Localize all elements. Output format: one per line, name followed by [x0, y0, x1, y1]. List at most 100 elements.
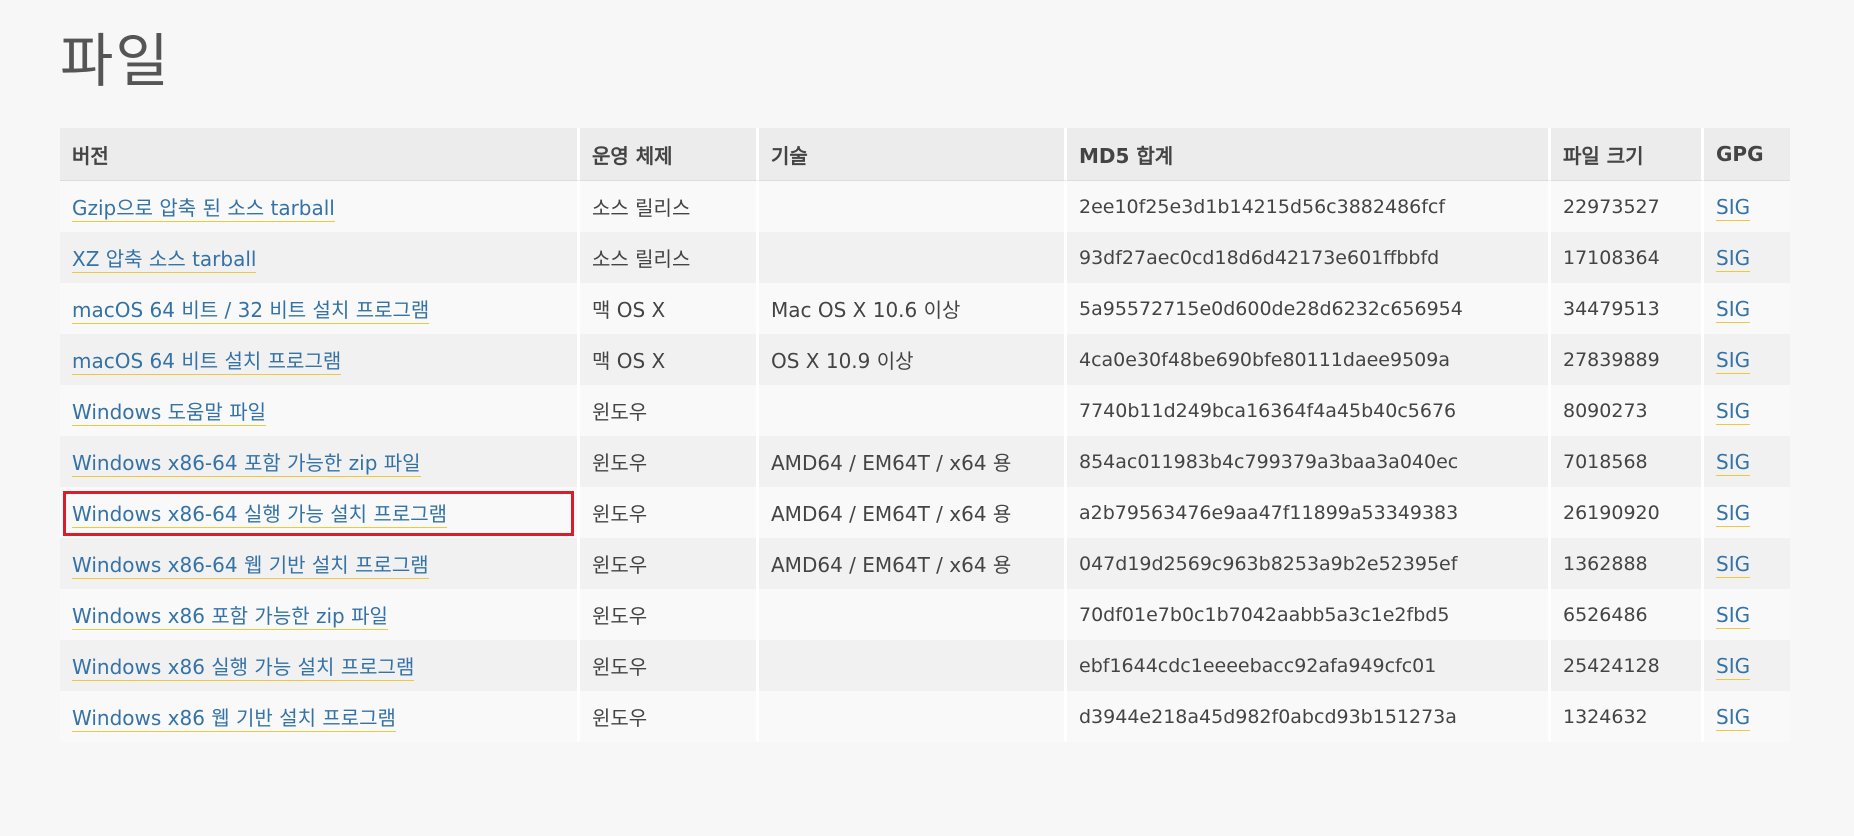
description-cell	[759, 232, 1067, 283]
table-row-highlighted: Windows x86-64 실행 가능 설치 프로그램 윈도우 AMD64 /…	[60, 487, 1790, 538]
header-gpg: GPG	[1704, 128, 1790, 181]
download-link[interactable]: Gzip으로 압축 된 소스 tarball	[72, 196, 335, 222]
sig-link[interactable]: SIG	[1716, 653, 1751, 680]
gpg-cell: SIG	[1704, 334, 1790, 385]
size-cell: 6526486	[1551, 589, 1704, 640]
version-cell: Windows x86 웹 기반 설치 프로그램	[60, 691, 580, 742]
version-cell: Windows x86 포함 가능한 zip 파일	[60, 589, 580, 640]
md5-cell: 4ca0e30f48be690bfe80111daee9509a	[1067, 334, 1551, 385]
gpg-cell: SIG	[1704, 589, 1790, 640]
table-row: macOS 64 비트 설치 프로그램 맥 OS X OS X 10.9 이상 …	[60, 334, 1790, 385]
size-cell: 17108364	[1551, 232, 1704, 283]
gpg-cell: SIG	[1704, 487, 1790, 538]
table-body: Gzip으로 압축 된 소스 tarball 소스 릴리스 2ee10f25e3…	[60, 181, 1790, 742]
sig-link[interactable]: SIG	[1716, 194, 1751, 221]
description-cell: AMD64 / EM64T / x64 용	[759, 538, 1067, 589]
downloads-page: 파일 버전 운영 체제 기술 MD5 합계 파일 크기 GPG Gzip으로 압…	[0, 0, 1854, 836]
version-cell: Windows 도움말 파일	[60, 385, 580, 436]
os-cell: 윈도우	[580, 385, 759, 436]
md5-cell: a2b79563476e9aa47f11899a53349383	[1067, 487, 1551, 538]
version-cell: Gzip으로 압축 된 소스 tarball	[60, 181, 580, 232]
md5-cell: ebf1644cdc1eeeebacc92afa949cfc01	[1067, 640, 1551, 691]
header-version: 버전	[60, 128, 580, 181]
description-cell: AMD64 / EM64T / x64 용	[759, 487, 1067, 538]
download-link[interactable]: Windows 도움말 파일	[72, 400, 266, 426]
download-link[interactable]: Windows x86 포함 가능한 zip 파일	[72, 604, 388, 630]
os-cell: 윈도우	[580, 640, 759, 691]
table-row: Windows x86 웹 기반 설치 프로그램 윈도우 d3944e218a4…	[60, 691, 1790, 742]
size-cell: 22973527	[1551, 181, 1704, 232]
sig-link[interactable]: SIG	[1716, 500, 1751, 527]
description-cell: Mac OS X 10.6 이상	[759, 283, 1067, 334]
download-link[interactable]: XZ 압축 소스 tarball	[72, 247, 257, 273]
download-link[interactable]: Windows x86 웹 기반 설치 프로그램	[72, 706, 396, 732]
md5-cell: 70df01e7b0c1b7042aabb5a3c1e2fbd5	[1067, 589, 1551, 640]
files-table: 버전 운영 체제 기술 MD5 합계 파일 크기 GPG Gzip으로 압축 된…	[60, 128, 1790, 742]
md5-cell: 047d19d2569c963b8253a9b2e52395ef	[1067, 538, 1551, 589]
sig-link[interactable]: SIG	[1716, 347, 1751, 374]
page-title: 파일	[60, 27, 171, 95]
size-cell: 34479513	[1551, 283, 1704, 334]
sig-link[interactable]: SIG	[1716, 398, 1751, 425]
os-cell: 윈도우	[580, 538, 759, 589]
size-cell: 27839889	[1551, 334, 1704, 385]
header-description: 기술	[759, 128, 1067, 181]
description-cell	[759, 691, 1067, 742]
download-link[interactable]: Windows x86-64 포함 가능한 zip 파일	[72, 451, 421, 477]
os-cell: 윈도우	[580, 436, 759, 487]
version-cell: Windows x86-64 포함 가능한 zip 파일	[60, 436, 580, 487]
version-cell: macOS 64 비트 설치 프로그램	[60, 334, 580, 385]
gpg-cell: SIG	[1704, 691, 1790, 742]
header-size: 파일 크기	[1551, 128, 1704, 181]
size-cell: 7018568	[1551, 436, 1704, 487]
size-cell: 1362888	[1551, 538, 1704, 589]
os-cell: 윈도우	[580, 589, 759, 640]
table-row: Windows x86 포함 가능한 zip 파일 윈도우 70df01e7b0…	[60, 589, 1790, 640]
md5-cell: 5a95572715e0d600de28d6232c656954	[1067, 283, 1551, 334]
table-row: macOS 64 비트 / 32 비트 설치 프로그램 맥 OS X Mac O…	[60, 283, 1790, 334]
version-cell: Windows x86-64 웹 기반 설치 프로그램	[60, 538, 580, 589]
gpg-cell: SIG	[1704, 436, 1790, 487]
header-row: 버전 운영 체제 기술 MD5 합계 파일 크기 GPG	[60, 128, 1790, 181]
md5-cell: d3944e218a45d982f0abcd93b151273a	[1067, 691, 1551, 742]
table-row: XZ 압축 소스 tarball 소스 릴리스 93df27aec0cd18d6…	[60, 232, 1790, 283]
download-link[interactable]: Windows x86 실행 가능 설치 프로그램	[72, 655, 415, 681]
md5-cell: 7740b11d249bca16364f4a45b40c5676	[1067, 385, 1551, 436]
download-link[interactable]: Windows x86-64 실행 가능 설치 프로그램	[72, 502, 448, 528]
description-cell	[759, 589, 1067, 640]
gpg-cell: SIG	[1704, 232, 1790, 283]
table-row: Windows 도움말 파일 윈도우 7740b11d249bca16364f4…	[60, 385, 1790, 436]
download-link[interactable]: macOS 64 비트 / 32 비트 설치 프로그램	[72, 298, 430, 324]
gpg-cell: SIG	[1704, 640, 1790, 691]
table-header: 버전 운영 체제 기술 MD5 합계 파일 크기 GPG	[60, 128, 1790, 181]
description-cell: OS X 10.9 이상	[759, 334, 1067, 385]
os-cell: 소스 릴리스	[580, 232, 759, 283]
header-md5: MD5 합계	[1067, 128, 1551, 181]
size-cell: 25424128	[1551, 640, 1704, 691]
md5-cell: 854ac011983b4c799379a3baa3a040ec	[1067, 436, 1551, 487]
description-cell: AMD64 / EM64T / x64 용	[759, 436, 1067, 487]
gpg-cell: SIG	[1704, 181, 1790, 232]
size-cell: 26190920	[1551, 487, 1704, 538]
md5-cell: 93df27aec0cd18d6d42173e601ffbbfd	[1067, 232, 1551, 283]
sig-link[interactable]: SIG	[1716, 449, 1751, 476]
os-cell: 소스 릴리스	[580, 181, 759, 232]
version-cell: macOS 64 비트 / 32 비트 설치 프로그램	[60, 283, 580, 334]
version-cell: Windows x86 실행 가능 설치 프로그램	[60, 640, 580, 691]
version-cell: XZ 압축 소스 tarball	[60, 232, 580, 283]
download-link[interactable]: Windows x86-64 웹 기반 설치 프로그램	[72, 553, 429, 579]
download-link[interactable]: macOS 64 비트 설치 프로그램	[72, 349, 342, 375]
sig-link[interactable]: SIG	[1716, 296, 1751, 323]
sig-link[interactable]: SIG	[1716, 602, 1751, 629]
description-cell	[759, 640, 1067, 691]
size-cell: 8090273	[1551, 385, 1704, 436]
sig-link[interactable]: SIG	[1716, 704, 1751, 731]
description-cell	[759, 385, 1067, 436]
sig-link[interactable]: SIG	[1716, 245, 1751, 272]
size-cell: 1324632	[1551, 691, 1704, 742]
gpg-cell: SIG	[1704, 385, 1790, 436]
table-row: Windows x86-64 웹 기반 설치 프로그램 윈도우 AMD64 / …	[60, 538, 1790, 589]
sig-link[interactable]: SIG	[1716, 551, 1751, 578]
os-cell: 맥 OS X	[580, 334, 759, 385]
os-cell: 윈도우	[580, 691, 759, 742]
